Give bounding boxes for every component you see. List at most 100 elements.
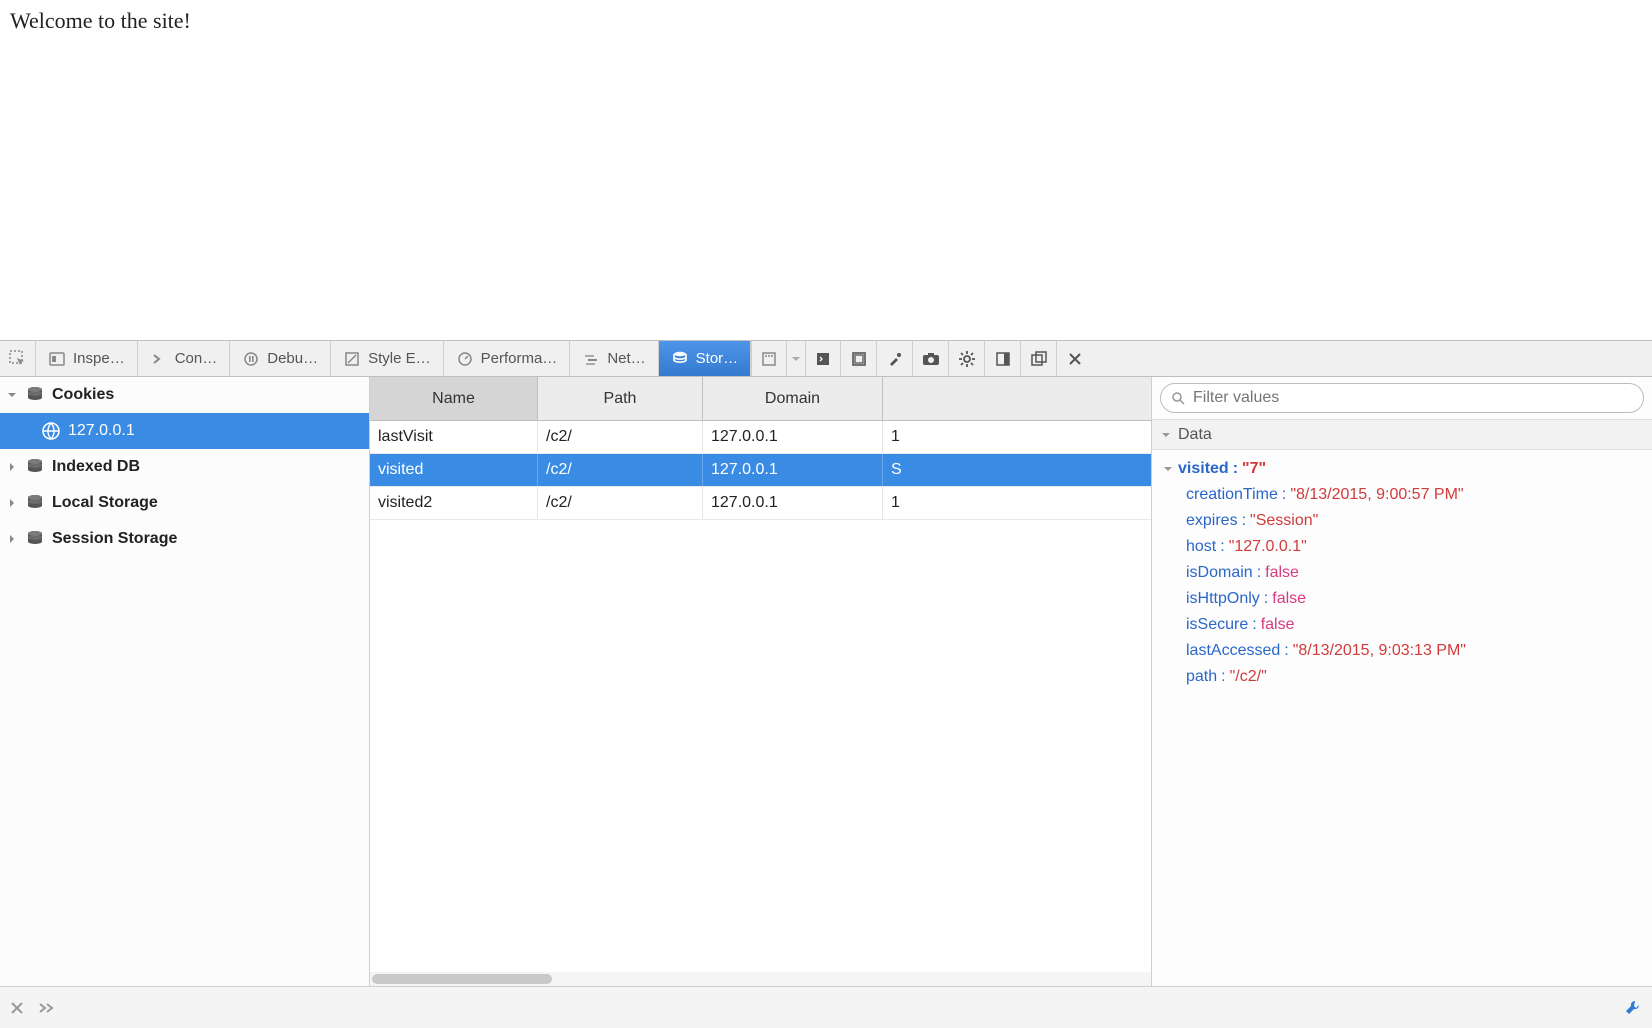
twisty-down-icon [1162, 463, 1174, 475]
page-body: Welcome to the site! [0, 0, 1652, 340]
sidebar-section-data[interactable]: Data [1152, 420, 1652, 450]
scrollbar-thumb[interactable] [372, 974, 552, 984]
split-console-button[interactable] [805, 341, 841, 376]
tab-debugger-label: Debu… [267, 350, 318, 367]
property-value: false [1261, 616, 1295, 634]
property-key: isDomain [1186, 564, 1253, 582]
tree-cookies-host-label: 127.0.0.1 [68, 422, 135, 440]
entry-value: "7" [1242, 460, 1266, 478]
console-icon [150, 350, 168, 368]
storage-tree: Cookies 127.0.0.1 Indexed DB Local Stora… [0, 377, 370, 986]
table-cell-name: visited [370, 454, 538, 486]
dock-side-button[interactable] [985, 341, 1021, 376]
tab-performance-label: Performa… [481, 350, 558, 367]
detach-window-button[interactable] [1021, 341, 1057, 376]
console-chevrons-icon[interactable] [38, 1001, 58, 1015]
table-body: lastVisit/c2/127.0.0.11visited/c2/127.0.… [370, 421, 1151, 972]
tree-local-storage-label: Local Storage [52, 494, 158, 512]
property-value: "Session" [1250, 512, 1318, 530]
sidebar-entry-head[interactable]: visited: "7" [1162, 456, 1644, 482]
tab-inspector[interactable]: Inspe… [36, 341, 138, 376]
twisty-right-icon [6, 461, 18, 473]
details-sidebar: Data visited: "7" creationTime: "8/13/20… [1152, 377, 1652, 986]
property-row: isSecure: false [1162, 612, 1644, 638]
tab-network[interactable]: Net… [570, 341, 658, 376]
table-cell-extra: S [883, 454, 1151, 486]
inspector-icon [48, 350, 66, 368]
property-row: expires: "Session" [1162, 508, 1644, 534]
performance-icon [456, 350, 474, 368]
devtools-toolbar: Inspe… Con… Debu… Style E… Performa… Net… [0, 341, 1652, 377]
tab-storage[interactable]: Stor… [659, 341, 752, 376]
table-row[interactable]: lastVisit/c2/127.0.0.11 [370, 421, 1151, 454]
settings-button[interactable] [949, 341, 985, 376]
filter-values-input[interactable] [1191, 388, 1633, 408]
tab-console-label: Con… [175, 350, 218, 367]
th-path[interactable]: Path [538, 377, 703, 420]
property-key: lastAccessed [1186, 642, 1280, 660]
console-close-button[interactable] [10, 1001, 24, 1015]
property-key: isHttpOnly [1186, 590, 1260, 608]
tab-console[interactable]: Con… [138, 341, 231, 376]
property-row: isHttpOnly: false [1162, 586, 1644, 612]
table-row[interactable]: visited/c2/127.0.0.1S [370, 454, 1151, 487]
database-icon [24, 386, 46, 404]
tab-storage-label: Stor… [696, 350, 739, 367]
split-console-footer [0, 986, 1652, 1028]
entry-key: visited [1178, 460, 1229, 478]
database-icon [24, 530, 46, 548]
th-extra[interactable] [883, 377, 1151, 420]
property-row: path: "/c2/" [1162, 664, 1644, 690]
property-value: "/c2/" [1230, 668, 1267, 686]
twisty-down-icon [1160, 429, 1172, 441]
twisty-right-icon [6, 533, 18, 545]
tree-session-storage-label: Session Storage [52, 530, 177, 548]
table-cell-extra: 1 [883, 487, 1151, 519]
tree-session-storage[interactable]: Session Storage [0, 521, 369, 557]
property-key: isSecure [1186, 616, 1248, 634]
filter-values-field[interactable] [1160, 383, 1644, 413]
tree-indexed-db-label: Indexed DB [52, 458, 140, 476]
table-cell-domain: 127.0.0.1 [703, 421, 883, 453]
tab-performance[interactable]: Performa… [444, 341, 571, 376]
property-value: "127.0.0.1" [1229, 538, 1307, 556]
responsive-design-button[interactable] [841, 341, 877, 376]
storage-icon [671, 350, 689, 368]
table-cell-name: visited2 [370, 487, 538, 519]
toolbar-extra-button-1[interactable] [751, 341, 787, 376]
tree-indexed-db[interactable]: Indexed DB [0, 449, 369, 485]
tree-cookies[interactable]: Cookies [0, 377, 369, 413]
tab-style-editor[interactable]: Style E… [331, 341, 444, 376]
table-cell-domain: 127.0.0.1 [703, 454, 883, 486]
pick-element-button[interactable] [0, 341, 36, 376]
property-value: "8/13/2015, 9:00:57 PM" [1290, 486, 1463, 504]
property-value: false [1272, 590, 1306, 608]
th-name[interactable]: Name [370, 377, 538, 420]
property-key: host [1186, 538, 1216, 556]
table-row[interactable]: visited2/c2/127.0.0.11 [370, 487, 1151, 520]
network-icon [582, 350, 600, 368]
property-key: expires [1186, 512, 1238, 530]
tab-network-label: Net… [607, 350, 645, 367]
property-row: lastAccessed: "8/13/2015, 9:03:13 PM" [1162, 638, 1644, 664]
close-devtools-button[interactable] [1057, 341, 1093, 376]
property-value: "8/13/2015, 9:03:13 PM" [1293, 642, 1466, 660]
th-domain[interactable]: Domain [703, 377, 883, 420]
page-body-text: Welcome to the site! [10, 8, 191, 33]
tab-debugger[interactable]: Debu… [230, 341, 331, 376]
style-editor-icon [343, 350, 361, 368]
tree-cookies-host[interactable]: 127.0.0.1 [0, 413, 369, 449]
table-cell-path: /c2/ [538, 487, 703, 519]
screenshot-button[interactable] [913, 341, 949, 376]
tree-local-storage[interactable]: Local Storage [0, 485, 369, 521]
table-header: Name Path Domain [370, 377, 1151, 421]
devtools-panel: Inspe… Con… Debu… Style E… Performa… Net… [0, 340, 1652, 1028]
horizontal-scrollbar[interactable] [370, 972, 1151, 986]
eyedropper-button[interactable] [877, 341, 913, 376]
storage-table: Name Path Domain lastVisit/c2/127.0.0.11… [370, 377, 1152, 986]
console-wrench-button[interactable] [1624, 999, 1642, 1017]
toolbar-dropdown-caret[interactable] [787, 341, 805, 376]
property-row: host: "127.0.0.1" [1162, 534, 1644, 560]
twisty-right-icon [6, 497, 18, 509]
debugger-icon [242, 350, 260, 368]
